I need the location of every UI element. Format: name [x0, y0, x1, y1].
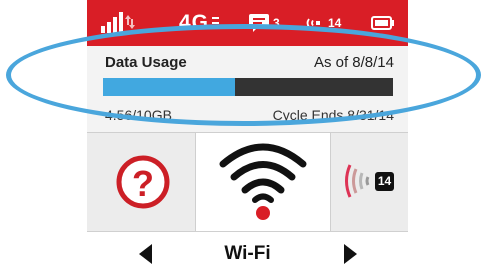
tile-navigation-bar: Wi-Fi	[87, 231, 408, 277]
data-usage-progress-fill	[103, 78, 236, 96]
usage-as-of-date: As of 8/8/14	[313, 54, 394, 71]
battery-icon	[371, 0, 395, 46]
connected-devices-tile[interactable]: 14	[331, 133, 408, 231]
usage-amount: 4.56/10GB	[105, 107, 172, 123]
messages-count: 3	[273, 16, 280, 30]
connected-devices-indicator: 14	[305, 0, 341, 46]
help-tile[interactable]: ?	[87, 133, 196, 231]
cycle-end-date: Cycle Ends 8/31/14	[272, 107, 394, 123]
wifi-icon	[219, 143, 307, 220]
messages-indicator[interactable]: 3	[248, 0, 280, 46]
current-tile-label: Wi-Fi	[224, 243, 271, 264]
wifi-tile[interactable]	[196, 133, 331, 231]
signal-strength-icon	[101, 0, 135, 46]
svg-text:?: ?	[132, 163, 154, 204]
connected-devices-icon	[345, 164, 394, 198]
hotspot-screen: 4G 3 14 Data Usage As of 8/8/14 4.56/10G…	[87, 0, 408, 277]
data-usage-panel[interactable]: Data Usage As of 8/8/14 4.56/10GB Cycle …	[87, 46, 408, 133]
next-arrow-icon[interactable]	[343, 244, 357, 264]
message-icon	[249, 14, 269, 32]
data-usage-title: Data Usage	[105, 54, 187, 71]
status-bar: 4G 3 14	[87, 0, 408, 46]
help-icon: ?	[116, 155, 170, 209]
network-label: 4G	[179, 11, 210, 34]
network-type-indicator: 4G	[179, 0, 220, 46]
lte-bars-icon	[212, 17, 220, 29]
devices-count-badge: 14	[377, 174, 392, 188]
broadcast-icon	[306, 18, 320, 28]
connected-devices-count: 14	[328, 16, 342, 30]
data-usage-progress-bar	[103, 78, 393, 96]
